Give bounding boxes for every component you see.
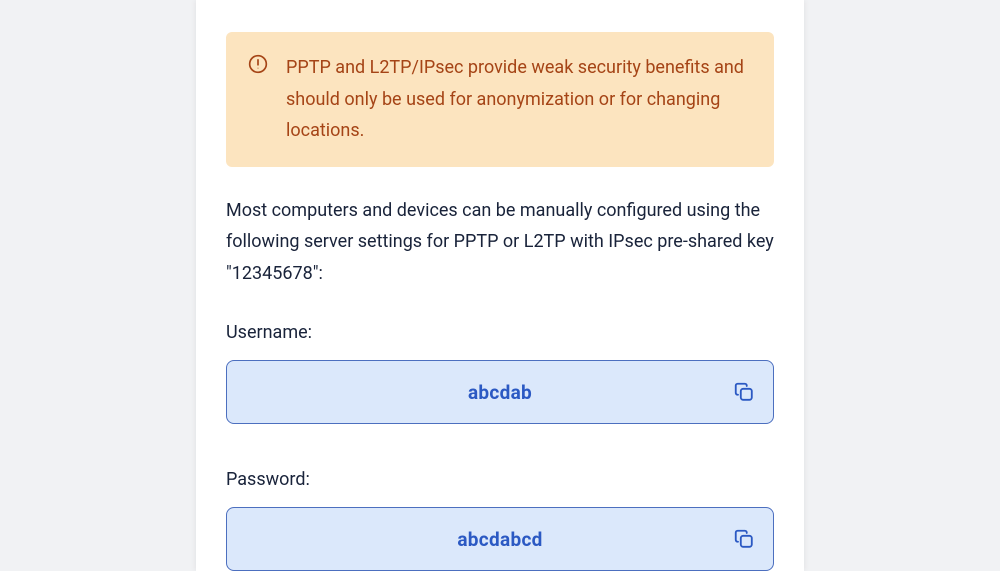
password-label: Password: — [226, 466, 774, 493]
warning-icon — [248, 54, 268, 74]
copy-icon — [733, 381, 755, 403]
security-warning-alert: PPTP and L2TP/IPsec provide weak securit… — [226, 32, 774, 167]
copy-icon — [733, 528, 755, 550]
username-label: Username: — [226, 319, 774, 346]
username-value: abcdab — [227, 381, 773, 404]
username-field: Username: abcdab — [226, 319, 774, 424]
password-field: Password: abcdabcd — [226, 466, 774, 571]
password-value: abcdabcd — [227, 528, 773, 551]
password-box: abcdabcd — [226, 507, 774, 571]
settings-card: PPTP and L2TP/IPsec provide weak securit… — [196, 0, 804, 571]
instructions-text: Most computers and devices can be manual… — [226, 195, 774, 290]
copy-password-button[interactable] — [733, 528, 755, 550]
copy-username-button[interactable] — [733, 381, 755, 403]
username-box: abcdab — [226, 360, 774, 424]
warning-text: PPTP and L2TP/IPsec provide weak securit… — [286, 52, 752, 147]
